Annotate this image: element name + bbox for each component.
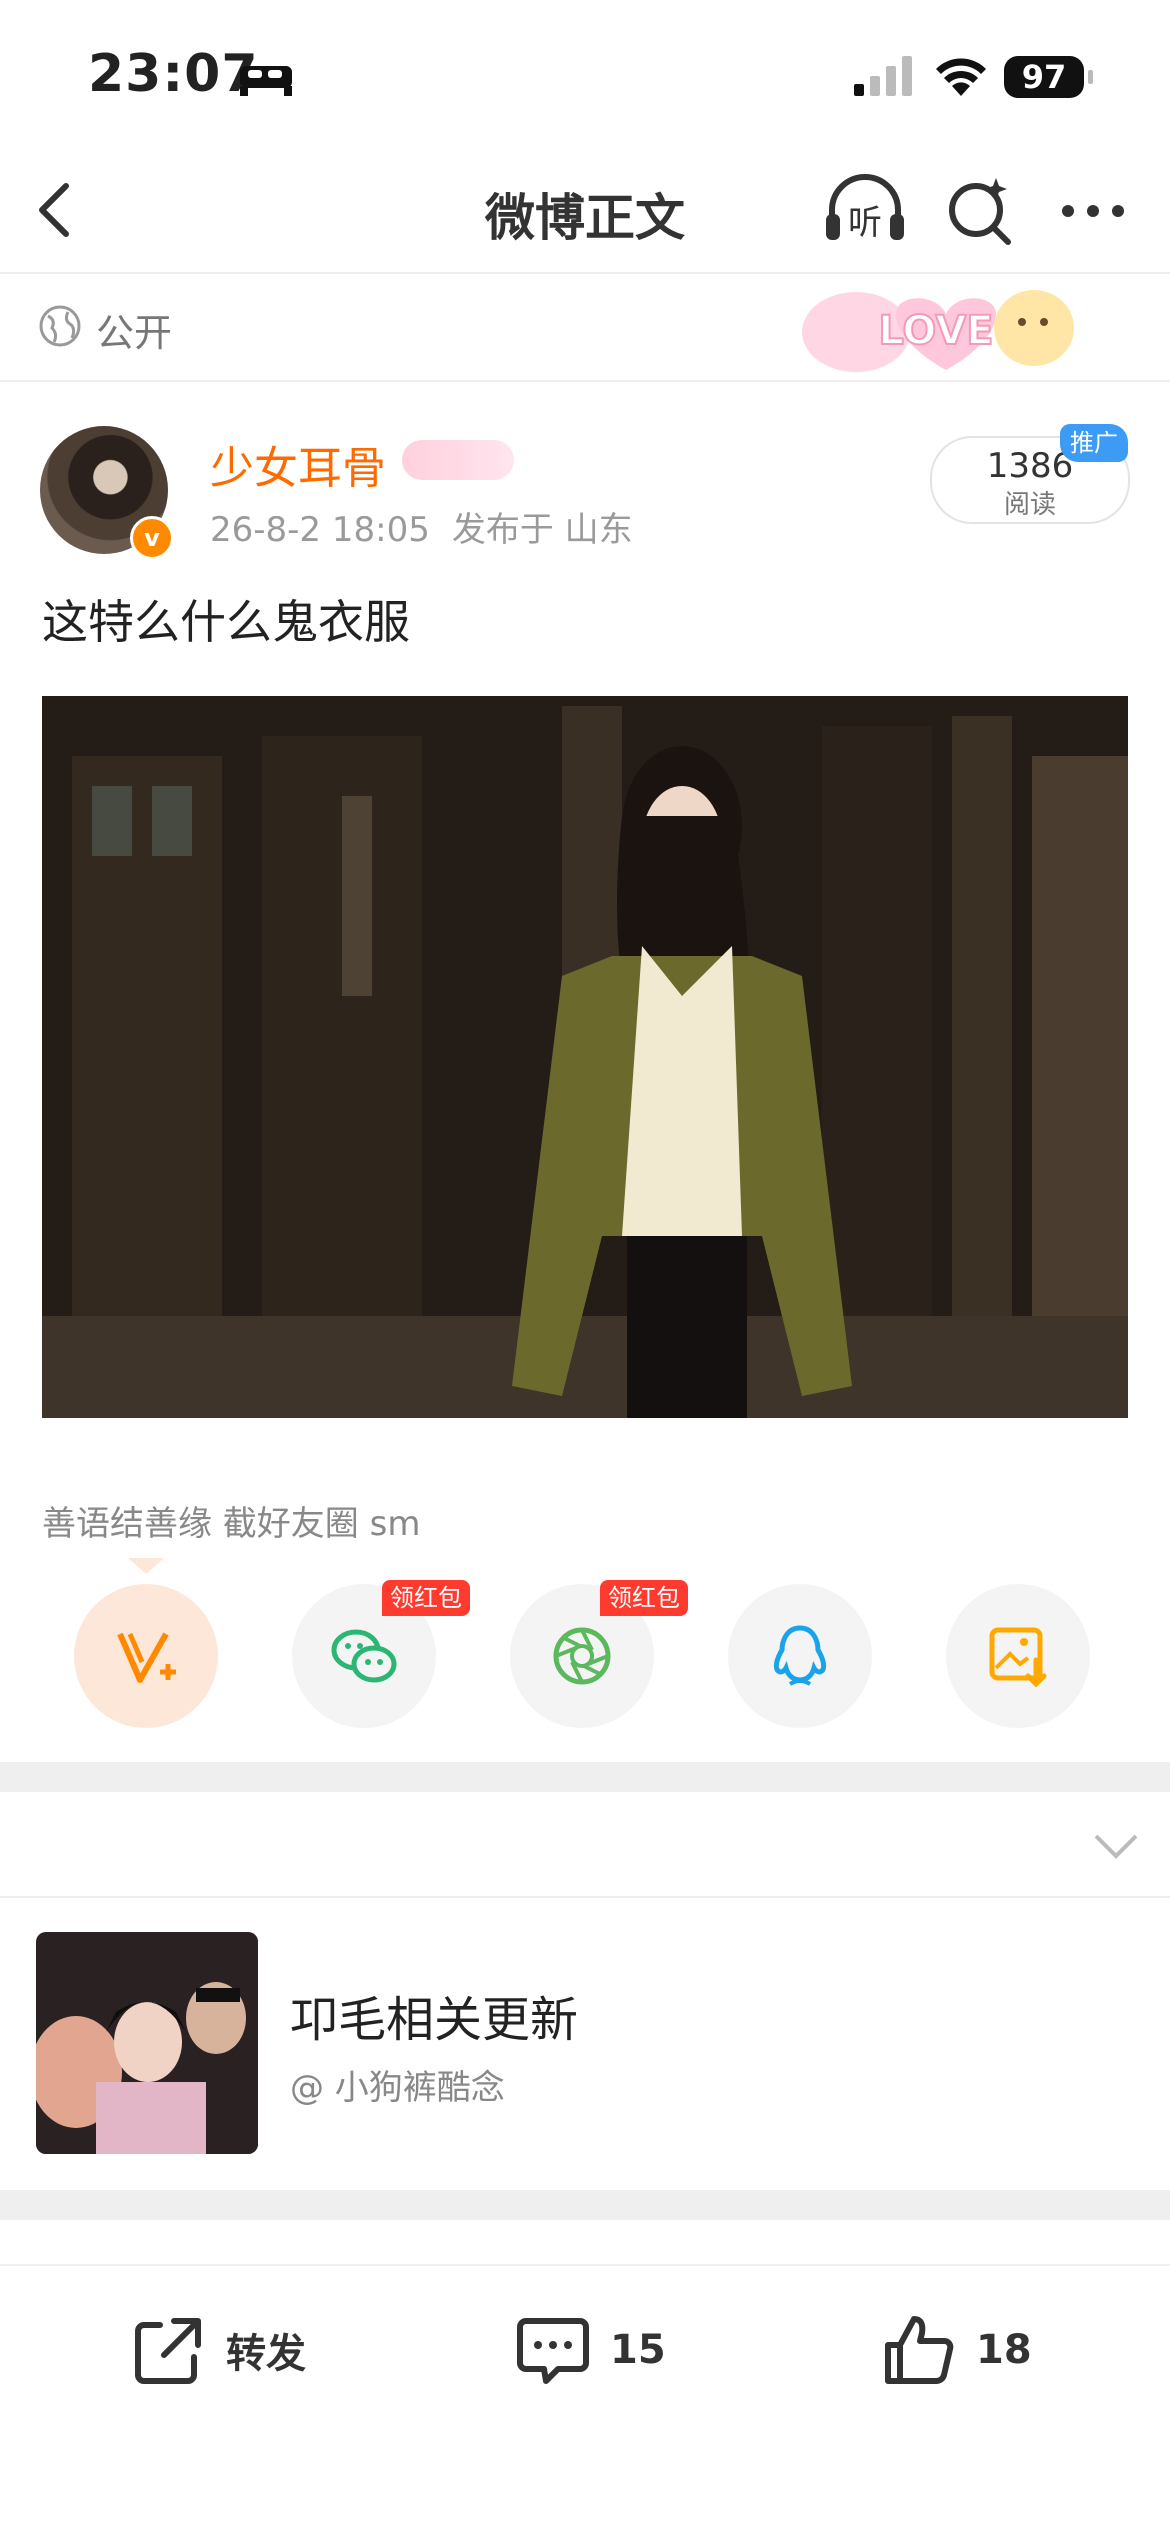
sleep-mode-icon	[240, 66, 292, 96]
ai-search-icon[interactable]	[944, 172, 1014, 246]
promote-badge[interactable]: 推广	[1060, 424, 1128, 462]
listen-headphones-icon[interactable]: 听	[822, 170, 908, 246]
svg-text:听: 听	[848, 203, 882, 243]
share-caption: 善语结善缘 截好友圈 sm	[42, 1504, 421, 1544]
section-divider	[0, 1762, 1170, 1792]
save-image-button[interactable]	[946, 1584, 1090, 1728]
navigation-bar: 微博正文 听	[0, 150, 1170, 274]
share-row: 领红包 领红包	[74, 1580, 1104, 1728]
post-location: 发布于 山东	[451, 510, 633, 550]
section-divider	[0, 2190, 1170, 2220]
related-update-card[interactable]: 卭毛相关更新 @ 小狗裤酷念	[0, 1898, 1170, 2190]
related-thumbnail-illustration	[36, 1932, 258, 2154]
battery-indicator: 97	[1004, 56, 1084, 98]
like-button[interactable]: 18	[880, 2310, 1032, 2390]
thumbs-up-icon	[885, 2316, 954, 2384]
save-image-icon	[989, 1627, 1047, 1688]
qq-icon	[773, 1625, 827, 1686]
chevron-down-icon[interactable]	[1092, 1832, 1140, 1860]
post-text: 这特么什么鬼衣服	[42, 595, 410, 649]
visibility-bar: 公开 LOVE	[0, 274, 1170, 382]
svg-text:LOVE: LOVE	[878, 308, 993, 354]
globe-icon	[39, 305, 81, 347]
comment-count: 15	[610, 2327, 666, 2373]
read-count-label: 阅读	[1003, 490, 1056, 520]
wifi-icon	[936, 58, 986, 96]
collapse-row[interactable]	[0, 1792, 1170, 1898]
red-packet-badge: 领红包	[600, 1580, 688, 1616]
repost-icon	[135, 2318, 201, 2384]
related-subtitle: @ 小狗裤酷念	[290, 2068, 505, 2108]
cellular-signal-icon	[854, 56, 912, 96]
share-pointer	[128, 1558, 164, 1574]
comment-button[interactable]: 15	[514, 2310, 666, 2390]
post-date: 26-8-2 18:05	[210, 510, 430, 550]
repost-button[interactable]: 转发	[130, 2310, 306, 2390]
related-title: 卭毛相关更新	[290, 1992, 579, 2048]
moments-icon	[553, 1627, 611, 1685]
status-bar: 23:07 97	[0, 0, 1170, 150]
comment-icon	[517, 2318, 589, 2384]
bottom-toolbar: 转发 15 18	[0, 2264, 1170, 2534]
member-badge-icon	[402, 440, 514, 480]
related-thumbnail	[36, 1932, 258, 2154]
verified-badge-icon: v	[130, 516, 174, 560]
more-options-icon[interactable]	[1058, 186, 1128, 236]
share-qq-button[interactable]	[728, 1584, 872, 1728]
like-count: 18	[976, 2327, 1032, 2373]
visibility-label: 公开	[96, 311, 173, 355]
battery-tip	[1088, 70, 1093, 84]
post-image[interactable]	[42, 696, 1128, 1418]
wechat-icon	[331, 1629, 397, 1683]
author-name[interactable]: 少女耳骨	[210, 432, 386, 496]
red-packet-badge: 领红包	[382, 1580, 470, 1616]
post-meta: 26-8-2 18:05 发布于 山东	[210, 502, 655, 551]
status-time: 23:07	[88, 44, 259, 104]
post-image-illustration	[42, 696, 1128, 1418]
share-vplus-button[interactable]	[74, 1584, 218, 1728]
love-sticker-decoration: LOVE	[802, 290, 1074, 372]
repost-label: 转发	[226, 2331, 306, 2377]
vplus-icon	[117, 1632, 176, 1683]
